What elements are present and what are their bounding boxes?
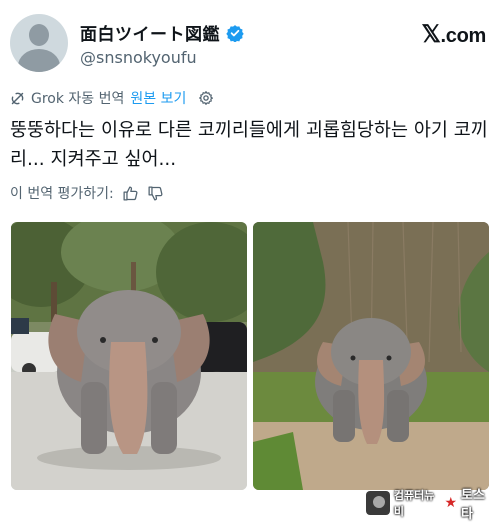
watermark-text: 컴퓨터뉴비 (393, 489, 435, 518)
watermark-logo-icon (366, 491, 390, 515)
elephant-photo-parking-lot[interactable] (11, 222, 247, 490)
gear-icon[interactable] (198, 90, 214, 106)
rate-translation-row: 이 번역 평가하기: (10, 183, 164, 203)
avatar[interactable] (10, 14, 68, 72)
thumbs-down-icon[interactable] (147, 185, 164, 202)
tweet-text: 뚱뚱하다는 이유로 다른 코끼리들에게 괴롭힘당하는 아기 코끼리... 지켜주… (10, 120, 488, 170)
thumbs-up-icon[interactable] (122, 185, 139, 202)
x-logo-icon: 𝕏 (421, 21, 441, 48)
grok-icon (11, 92, 24, 104)
star-icon: ★ (444, 495, 457, 511)
name-row: 面白ツイート図鑑 (80, 20, 244, 45)
elephant-photo-forest[interactable] (253, 222, 489, 490)
grok-translation-label: Grok 자동 번역 (31, 91, 125, 107)
show-original-link[interactable]: 원본 보기 (130, 88, 186, 108)
verified-badge-icon (226, 24, 244, 42)
site-logo-text: .com (440, 25, 487, 47)
site-logo: 𝕏.com (421, 20, 486, 49)
watermark: 컴퓨터뉴비 ★ 토스타 (366, 488, 494, 522)
rate-translation-label: 이 번역 평가하기: (10, 186, 114, 202)
watermark-right-text: 토스타 (461, 488, 485, 522)
translation-bar: Grok 자동 번역 원본 보기 (10, 88, 214, 108)
tweet-header: 面白ツイート図鑑 @snsnokyoufu 𝕏.com (10, 14, 490, 76)
display-name[interactable]: 面白ツイート図鑑 (80, 20, 220, 45)
user-handle[interactable]: @snsnokyoufu (80, 48, 197, 67)
